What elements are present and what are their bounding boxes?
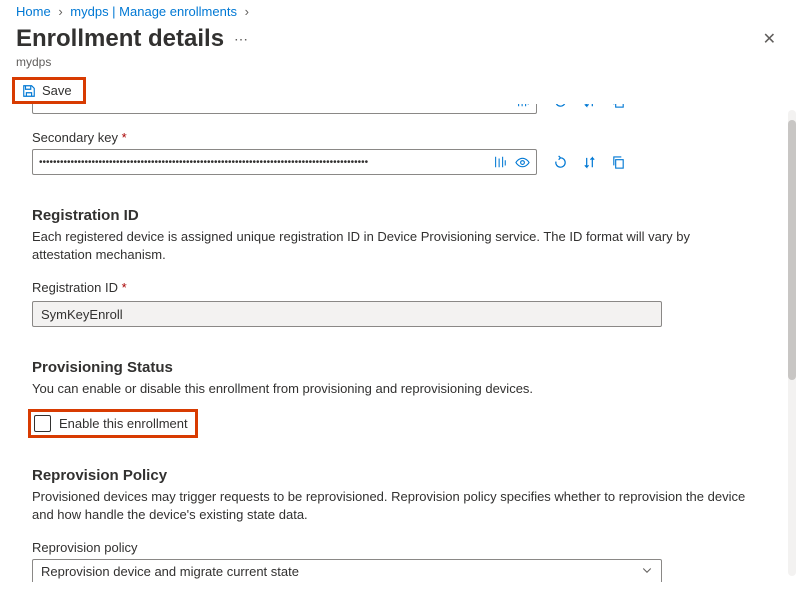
provisioning-section-desc: You can enable or disable this enrollmen… <box>32 380 752 398</box>
breadcrumb-home[interactable]: Home <box>16 4 51 19</box>
more-icon[interactable]: ⋯ <box>234 31 248 48</box>
save-icon <box>22 84 36 98</box>
secondary-key-row: ••••••••••••••••••••••••••••••••••••••••… <box>32 149 754 175</box>
secondary-key-label: Secondary key * <box>32 130 754 145</box>
generate-icon[interactable] <box>516 104 530 108</box>
registration-section-title: Registration ID <box>32 207 754 224</box>
swap-icon[interactable] <box>582 155 597 170</box>
eye-icon[interactable] <box>515 155 530 170</box>
refresh-icon[interactable] <box>553 155 568 170</box>
page-title: Enrollment details <box>16 25 224 53</box>
page-subtitle: mydps <box>0 55 798 77</box>
provisioning-section-title: Provisioning Status <box>32 359 754 376</box>
chevron-right-icon: › <box>245 4 249 19</box>
reprovision-section-desc: Provisioned devices may trigger requests… <box>32 488 752 524</box>
breadcrumb-manage-enrollments[interactable]: mydps | Manage enrollments <box>70 4 237 19</box>
primary-key-row <box>32 104 754 114</box>
chevron-down-icon <box>641 564 653 579</box>
required-indicator: * <box>122 280 127 295</box>
copy-icon[interactable] <box>611 155 626 170</box>
registration-section-desc: Each registered device is assigned uniqu… <box>32 228 752 264</box>
secondary-key-input[interactable]: ••••••••••••••••••••••••••••••••••••••••… <box>32 149 537 175</box>
chevron-right-icon: › <box>58 4 62 19</box>
toolbar: Save <box>0 77 798 104</box>
reprovision-policy-value: Reprovision device and migrate current s… <box>41 564 299 579</box>
primary-key-input[interactable] <box>32 104 537 114</box>
content-scroll-area: Secondary key * ••••••••••••••••••••••••… <box>0 104 798 582</box>
required-indicator: * <box>122 130 127 145</box>
reprovision-policy-label: Reprovision policy <box>32 540 754 555</box>
save-button-label: Save <box>42 83 72 98</box>
scrollbar-thumb[interactable] <box>788 120 796 380</box>
breadcrumb: Home › mydps | Manage enrollments › <box>0 0 798 21</box>
reprovision-section-title: Reprovision Policy <box>32 467 754 484</box>
enable-enrollment-row[interactable]: Enable this enrollment <box>32 413 194 434</box>
reprovision-policy-select[interactable]: Reprovision device and migrate current s… <box>32 559 662 582</box>
copy-icon[interactable] <box>611 104 626 109</box>
save-button[interactable]: Save <box>14 79 84 102</box>
registration-id-input[interactable] <box>32 301 662 327</box>
page-header: Enrollment details ⋯ ✕ <box>0 21 798 55</box>
close-icon[interactable]: ✕ <box>757 23 782 55</box>
generate-icon[interactable] <box>493 155 507 170</box>
enable-enrollment-label: Enable this enrollment <box>59 416 188 431</box>
scrollbar-track[interactable] <box>788 110 796 576</box>
refresh-icon[interactable] <box>553 104 568 109</box>
registration-id-label: Registration ID * <box>32 280 754 295</box>
enable-enrollment-checkbox[interactable] <box>34 415 51 432</box>
swap-icon[interactable] <box>582 104 597 109</box>
